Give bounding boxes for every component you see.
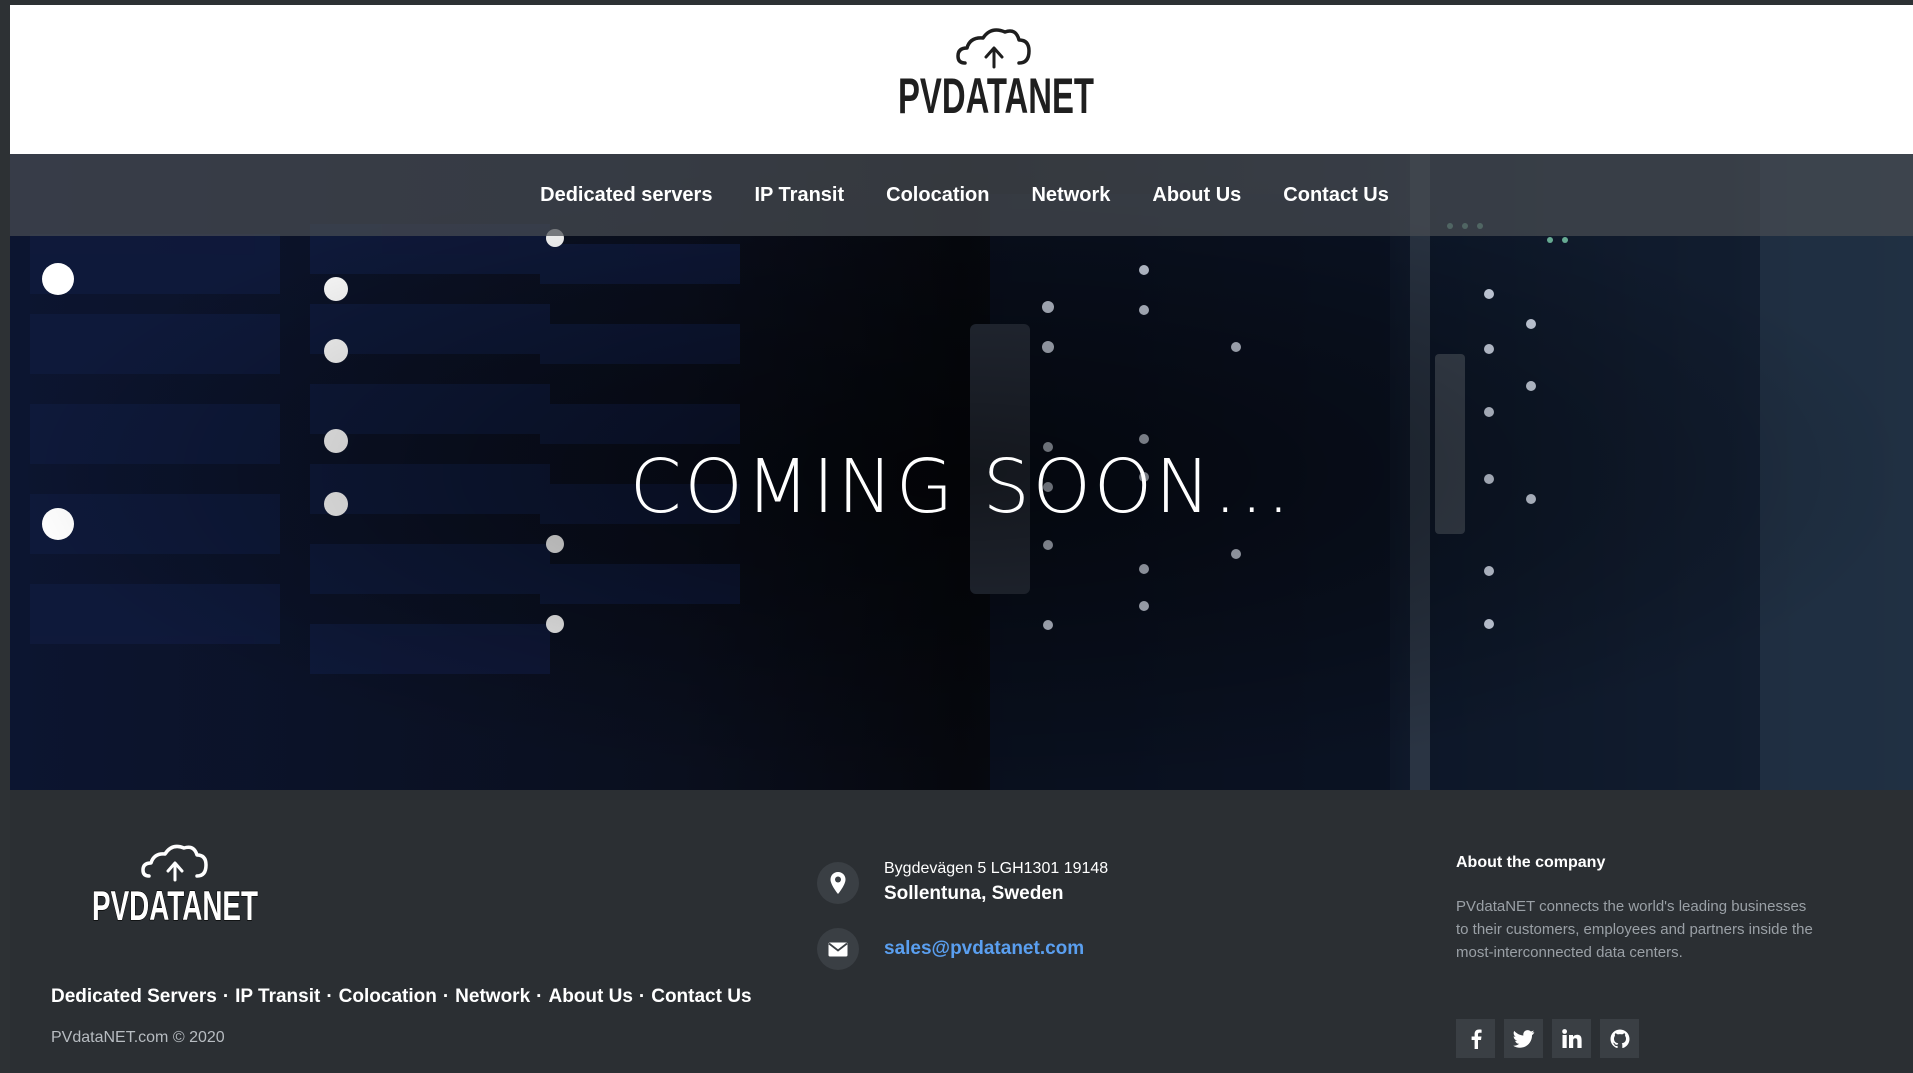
logo-wordmark: PVDATANET [898,68,1094,123]
footer-link-separator: · [442,986,450,1007]
nav-colocation[interactable]: Colocation [865,184,1010,207]
browser-viewport: PVDATANET Dedicated servers IP Transit C… [0,0,1913,1073]
address-city: Sollentuna, Sweden [884,883,1064,904]
footer-logo-wordmark: PVDATANET [92,882,258,929]
footer-link-ip-transit[interactable]: IP Transit [235,986,320,1007]
footer-links: Dedicated Servers · IP Transit · Colocation ·… [51,986,752,1008]
linkedin-icon[interactable] [1552,1019,1591,1058]
main-navigation: Dedicated servers IP Transit Colocation … [10,154,1913,236]
footer-link-separator: · [326,986,333,1007]
footer-link-colocation[interactable]: Colocation [339,986,437,1007]
footer-email: sales@pvdatanet.com [817,928,1084,970]
cloud-upload-logo-icon: PVDATANET [91,844,259,930]
site-header: PVDATANET [10,5,1913,154]
left-edge [0,0,10,1073]
nav-ip-transit[interactable]: IP Transit [733,184,865,207]
about-text: PVdataNET connects the world's leading b… [1456,898,1813,961]
site-footer: PVDATANET Dedicated Servers · IP Transit · C… [10,790,1913,1073]
footer-link-separator: · [222,986,230,1007]
hero-section: Dedicated servers IP Transit Colocation … [10,154,1913,790]
envelope-icon [817,928,859,970]
footer-link-network[interactable]: Network [455,986,530,1007]
coming-soon-headline: COMING SOON... [629,444,1294,530]
email-link[interactable]: sales@pvdatanet.com [884,938,1084,960]
footer-copyright: PVdataNET.com © 2020 [51,1029,225,1046]
map-pin-icon [817,861,859,904]
twitter-icon[interactable] [1504,1019,1543,1058]
footer-logo[interactable]: PVDATANET [86,840,266,930]
nav-network[interactable]: Network [1010,184,1131,207]
site-logo[interactable]: PVDATANET [892,23,1102,123]
footer-link-separator: · [536,986,543,1007]
nav-contact-us[interactable]: Contact Us [1262,184,1410,207]
footer-link-dedicated-servers[interactable]: Dedicated Servers [51,986,217,1007]
address-street: Bygdevägen 5 LGH1301 19148 [884,860,1109,877]
facebook-icon[interactable] [1456,1019,1495,1058]
footer-link-about-us[interactable]: About Us [548,986,632,1007]
about-title: About the company [1456,854,1606,871]
nav-dedicated-servers[interactable]: Dedicated servers [519,184,733,207]
social-links [1456,1019,1639,1058]
github-icon[interactable] [1600,1019,1639,1058]
footer-link-separator: · [638,986,646,1007]
footer-link-contact-us[interactable]: Contact Us [651,986,751,1007]
about-company: About the company PVdataNET connects the… [1456,854,1816,964]
nav-about-us[interactable]: About Us [1131,184,1262,207]
cloud-upload-logo-icon: PVDATANET [898,28,1094,123]
footer-address: Bygdevägen 5 LGH1301 19148 Sollentuna, S… [817,860,1108,905]
